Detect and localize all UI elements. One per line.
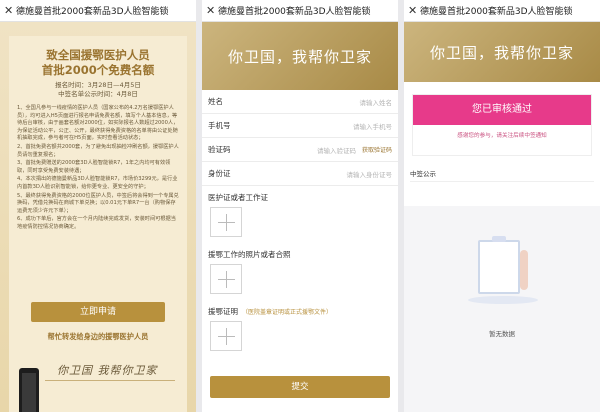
close-icon[interactable]: ✕	[206, 4, 218, 17]
intro-dates: 报名时间：3月28日—4月5日 中签名单公示时间：4月8日	[9, 81, 187, 99]
code-field[interactable]: 验证码 请输入验证码 获取验证码	[202, 138, 398, 162]
upload-label-3: 援鄂证明 （医院盖章证明或正式援鄂文件）	[202, 300, 398, 321]
empty-clipboard-icon	[460, 230, 544, 314]
illustration-shadow	[468, 296, 538, 304]
page-title: 德施曼首批2000套新品3D人脸智能锁	[218, 7, 371, 17]
upload-label-2: 援鄂工作的照片或者合照	[202, 243, 398, 264]
intro-card: 致全国援鄂医护人员 首批2000个免费名额 报名时间：3月28日—4月5日 中签…	[9, 36, 187, 412]
screens-container: ✕ 德施曼首批2000套新品3D人脸智能锁 致全国援鄂医护人员 首批2000个免…	[0, 0, 600, 412]
phone-input[interactable]: 请输入手机号	[266, 121, 392, 131]
top-bar: ✕ 德施曼首批2000套新品3D人脸智能锁	[0, 0, 196, 22]
top-bar: ✕ 德施曼首批2000套新品3D人脸智能锁	[404, 0, 600, 22]
clipboard-shape	[478, 240, 520, 294]
name-field[interactable]: 姓名 请输入姓名	[202, 90, 398, 114]
phone-label: 手机号	[208, 121, 231, 130]
application-form-screen: ✕ 德施曼首批2000套新品3D人脸智能锁 你卫国，我帮你卫家 姓名 请输入姓名…	[202, 0, 398, 412]
rules-list: 1、全国凡参与一线疫情的医护人员（国家公布的4.2万名援鄂医护人员），均可进入H…	[9, 99, 187, 232]
smart-lock-image	[19, 368, 39, 412]
page-title: 德施曼首批2000套新品3D人脸智能锁	[420, 7, 573, 17]
upload-plus-icon[interactable]	[210, 264, 242, 294]
upload-note: （医院盖章证明或正式援鄂文件）	[242, 309, 333, 316]
heading-line-1: 致全国援鄂医护人员	[46, 48, 150, 62]
intro-screen: ✕ 德施曼首批2000套新品3D人脸智能锁 致全国援鄂医护人员 首批2000个免…	[0, 0, 196, 412]
rule-item: 2、首批免费名额共2000套，为了避免出现抽检冲刷名额，援鄂医护人员请勿重复报名…	[17, 143, 179, 158]
rule-item: 1、全国凡参与一线疫情的医护人员（国家公布的4.2万名援鄂医护人员），均可进入H…	[17, 105, 179, 142]
submit-button[interactable]: 提交	[210, 376, 390, 398]
rule-item: 3、首批免费赠送的2000套3D人脸智能锁R7，1年之内均可有效领取，同时享受免…	[17, 160, 171, 174]
id-label: 身份证	[208, 169, 231, 178]
upload-title: 援鄂证明	[208, 307, 238, 316]
approval-thanks: 感谢您的参与，请关注后续中签通知	[457, 133, 547, 139]
clipboard-clip	[492, 236, 506, 242]
winners-title: 中签公示	[410, 168, 594, 182]
heading-line-2: 首批2000个免费名额	[41, 63, 155, 77]
upload-title: 医护证或者工作证	[208, 193, 268, 202]
signup-time: 报名时间：3月28日—4月5日	[55, 81, 141, 89]
empty-state: 暂无数据	[404, 206, 600, 412]
share-text: 帮忙转发给身边的援鄂医护人员	[47, 332, 149, 341]
close-icon[interactable]: ✕	[4, 4, 16, 17]
page-title: 德施曼首批2000套新品3D人脸智能锁	[16, 7, 169, 17]
status-screen: ✕ 德施曼首批2000套新品3D人脸智能锁 你卫国，我帮你卫家 您已审核通过 感…	[404, 0, 600, 412]
person-figure	[520, 250, 528, 290]
close-icon[interactable]: ✕	[408, 4, 420, 17]
apply-button[interactable]: 立即申请	[31, 302, 165, 322]
rule-item: 6、成功下单后，官方会在一个月内陆续完成发货，安装时间可根据当地疫情防控情况协商…	[17, 216, 176, 230]
intro-background: 致全国援鄂医护人员 首批2000个免费名额 报名时间：3月28日—4月5日 中签…	[0, 22, 196, 412]
phone-field[interactable]: 手机号 请输入手机号	[202, 114, 398, 138]
upload-label-1: 医护证或者工作证	[202, 186, 398, 207]
code-label: 验证码	[208, 145, 231, 154]
announce-time: 中签名单公示时间：4月8日	[58, 90, 138, 98]
get-code-button[interactable]: 获取验证码	[362, 145, 392, 154]
id-input[interactable]: 请输入身份证号	[266, 169, 393, 179]
name-input[interactable]: 请输入姓名	[266, 97, 393, 107]
hero-banner: 你卫国，我帮你卫家	[202, 22, 398, 90]
id-field[interactable]: 身份证 请输入身份证号	[202, 162, 398, 186]
top-bar: ✕ 德施曼首批2000套新品3D人脸智能锁	[202, 0, 398, 22]
empty-text: 暂无数据	[489, 330, 515, 338]
intro-heading: 致全国援鄂医护人员 首批2000个免费名额	[9, 48, 187, 78]
upload-plus-icon[interactable]	[210, 207, 242, 237]
rule-item: 5、最终获得免费资格的2000位医护人员，中签后将会得到一个专属兑换码，凭借兑换…	[17, 192, 179, 214]
slogan-divider	[45, 380, 175, 381]
upload-plus-icon[interactable]	[210, 321, 242, 351]
approval-status: 您已审核通过	[413, 95, 591, 125]
slogan: 你卫国 我帮你卫家	[57, 364, 158, 377]
rule-item: 4、本次捐出的德施曼新品3D人脸智能锁R7，市场价3299元，是行业内首款3D人…	[17, 176, 178, 190]
name-label: 姓名	[208, 97, 223, 106]
upload-title: 援鄂工作的照片或者合照	[208, 250, 291, 259]
hero-banner: 你卫国，我帮你卫家	[404, 22, 600, 82]
code-input[interactable]: 请输入验证码	[266, 145, 356, 155]
approval-card: 您已审核通过 感谢您的参与，请关注后续中签通知	[412, 94, 592, 156]
